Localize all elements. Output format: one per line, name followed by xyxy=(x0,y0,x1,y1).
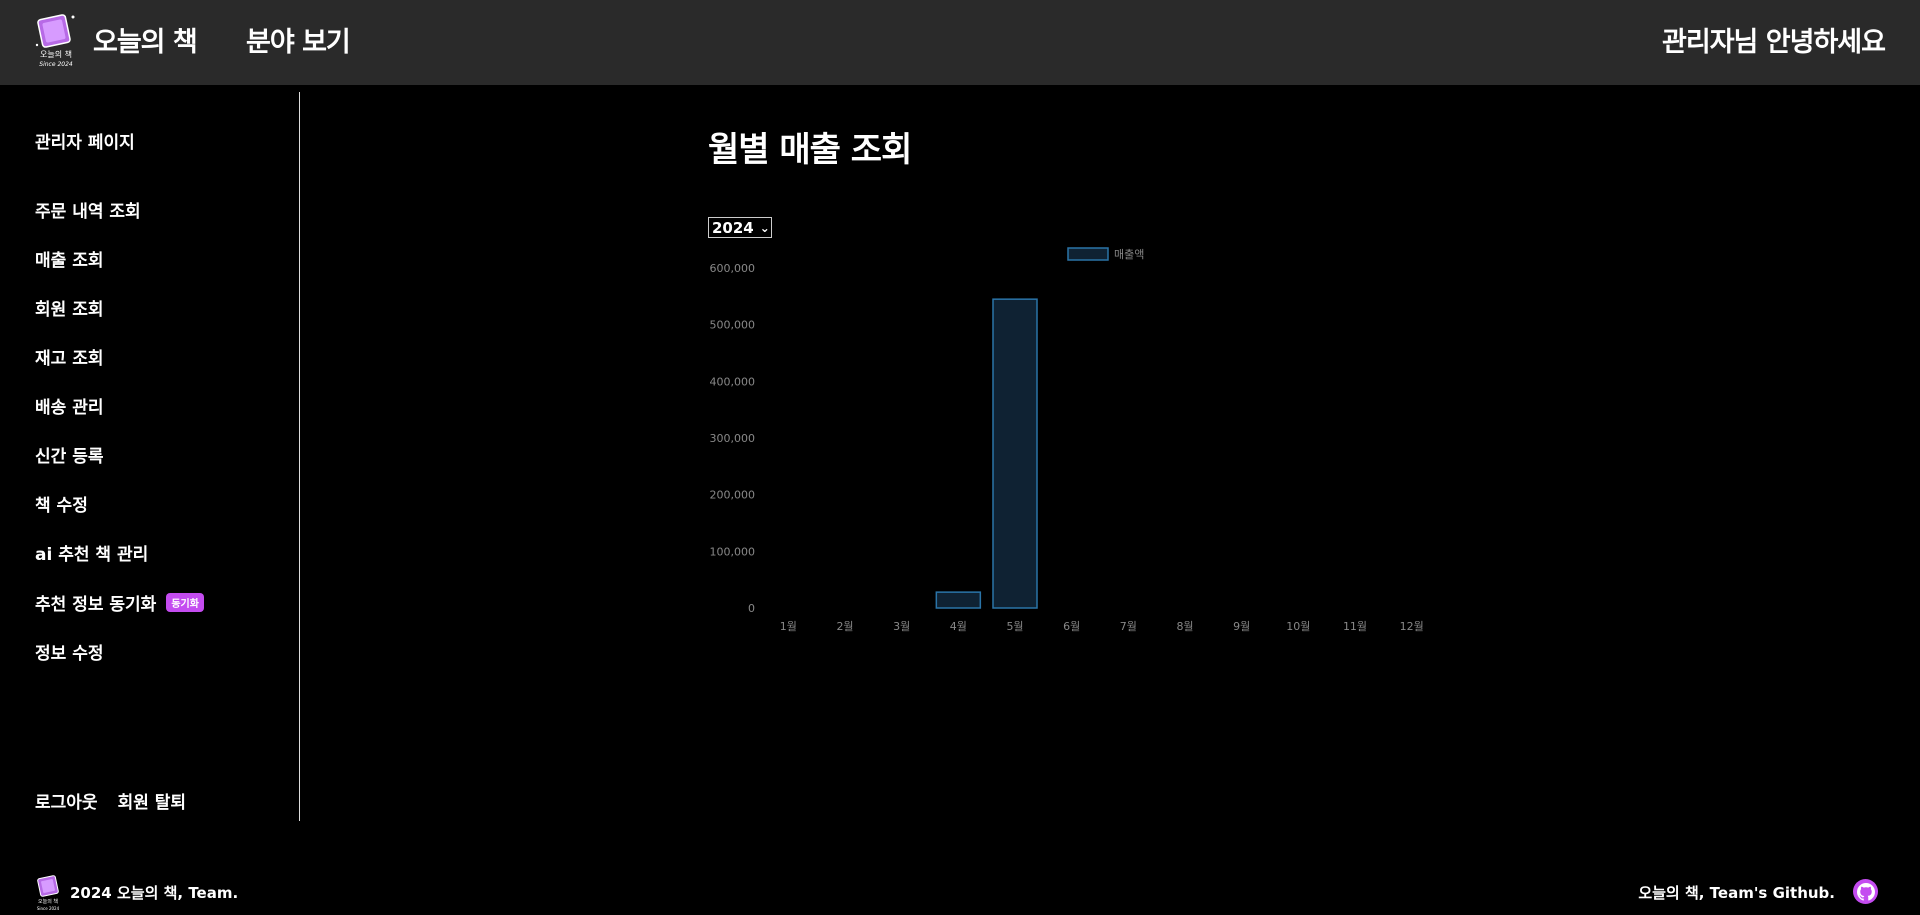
x-tick-label: 4월 xyxy=(950,620,967,633)
sidebar-item-edit-book[interactable]: 책 수정 xyxy=(35,491,88,516)
y-tick-label: 500,000 xyxy=(710,319,756,332)
footer-logo-icon: 오늘의 책 Since 2024 xyxy=(37,875,60,911)
logo-text: 오늘의 책 xyxy=(40,49,72,59)
sidebar-item-label: 책 수정 xyxy=(35,496,88,516)
sidebar-item-new-book[interactable]: 신간 등록 xyxy=(35,442,103,467)
sidebar-item-label: ai 추천 책 관리 xyxy=(35,545,149,565)
sidebar-item-label: 재고 조회 xyxy=(35,349,104,369)
footer-logo-subtext: Since 2024 xyxy=(37,906,60,911)
logout-button[interactable]: 로그아웃 xyxy=(35,788,98,813)
footer-github-link[interactable]: 오늘의 책, Team's Github. xyxy=(1638,882,1835,903)
github-icon[interactable] xyxy=(1853,879,1878,904)
sidebar-item-sync[interactable]: 추천 정보 동기화 동기화 xyxy=(35,590,204,615)
footer-logo-text: 오늘의 책 xyxy=(38,898,58,905)
sidebar-title: 관리자 페이지 xyxy=(35,133,135,153)
year-select[interactable]: 2024 ⌄ xyxy=(708,217,772,238)
sidebar-item-label: 회원 조회 xyxy=(35,300,104,320)
year-select-value: 2024 xyxy=(712,218,754,237)
sidebar-item-label: 신간 등록 xyxy=(35,447,104,467)
sidebar-item-label: 추천 정보 동기화 xyxy=(35,595,157,615)
legend-label: 매출액 xyxy=(1114,248,1144,261)
bar-5월 xyxy=(992,298,1038,609)
x-tick-label: 2월 xyxy=(836,620,853,633)
brand-link[interactable]: 오늘의 책 xyxy=(93,20,198,59)
sidebar-item-delivery[interactable]: 배송 관리 xyxy=(35,393,103,418)
user-greeting[interactable]: 관리자님 안녕하세요 xyxy=(1662,20,1886,59)
x-tick-label: 11월 xyxy=(1343,620,1367,633)
sync-badge-button[interactable]: 동기화 xyxy=(166,593,204,612)
monthly-sales-chart: 0 100,000 200,000 300,000 400,000 500,000 600,… xyxy=(700,240,1500,644)
sidebar-item-profile-edit[interactable]: 정보 수정 xyxy=(35,639,103,664)
chevron-down-icon: ⌄ xyxy=(759,220,770,235)
sidebar-account-actions: 로그아웃 회원 탈퇴 xyxy=(35,788,186,813)
x-tick-label: 8월 xyxy=(1176,620,1193,633)
sidebar-item-label: 정보 수정 xyxy=(35,644,104,664)
top-header: 오늘의 책 Since 2024 오늘의 책 분야 보기 관리자님 안녕하세요 xyxy=(0,0,1920,85)
x-tick-label: 3월 xyxy=(893,620,910,633)
admin-sidebar: 관리자 페이지 주문 내역 조회 매출 조회 회원 조회 재고 조회 배송 관리… xyxy=(0,92,300,821)
sidebar-item-label: 주문 내역 조회 xyxy=(35,202,141,222)
y-tick-label: 0 xyxy=(748,602,755,615)
bar-4월 xyxy=(935,591,982,609)
chart-svg: 0 100,000 200,000 300,000 400,000 500,000 600,… xyxy=(710,247,1424,633)
logo-subtext: Since 2024 xyxy=(39,61,73,68)
x-tick-label: 1월 xyxy=(780,620,797,633)
y-tick-label: 600,000 xyxy=(710,262,756,275)
x-tick-label: 12월 xyxy=(1400,620,1424,633)
sidebar-item-inventory[interactable]: 재고 조회 xyxy=(35,344,103,369)
legend-swatch xyxy=(1067,247,1109,261)
sidebar-item-ai-recommend[interactable]: ai 추천 책 관리 xyxy=(35,540,148,565)
logo-icon[interactable]: 오늘의 책 Since 2024 xyxy=(33,11,79,69)
sidebar-item-orders[interactable]: 주문 내역 조회 xyxy=(35,197,141,222)
sidebar-item-members[interactable]: 회원 조회 xyxy=(35,295,103,320)
category-nav-link[interactable]: 분야 보기 xyxy=(246,20,351,59)
x-tick-label: 9월 xyxy=(1233,620,1250,633)
footer-copyright: 2024 오늘의 책, Team. xyxy=(70,884,239,902)
y-tick-label: 400,000 xyxy=(710,375,756,388)
x-tick-label: 10월 xyxy=(1286,620,1310,633)
x-tick-label: 7월 xyxy=(1120,620,1137,633)
page-title: 월별 매출 조회 xyxy=(708,130,912,170)
y-tick-label: 100,000 xyxy=(710,545,756,558)
y-tick-label: 200,000 xyxy=(710,489,756,502)
x-tick-label: 6월 xyxy=(1063,620,1080,633)
withdraw-button[interactable]: 회원 탈퇴 xyxy=(118,788,186,813)
x-tick-label: 5월 xyxy=(1006,620,1023,633)
y-tick-label: 300,000 xyxy=(710,432,756,445)
sidebar-item-label: 배송 관리 xyxy=(35,398,104,418)
sidebar-item-sales[interactable]: 매출 조회 xyxy=(35,246,103,271)
sidebar-item-label: 매출 조회 xyxy=(35,251,104,271)
